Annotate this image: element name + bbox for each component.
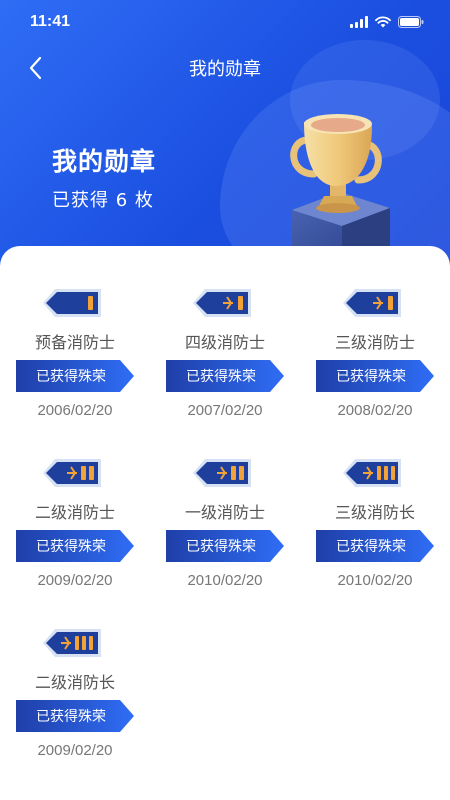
nav-bar: 我的勋章 [0, 48, 450, 88]
signal-icon [350, 16, 368, 28]
honor-label: 已获得殊荣 [186, 539, 256, 555]
medal-item[interactable]: 预备消防士 已获得殊荣 2006/02/20 [0, 286, 150, 419]
trophy-icon [290, 114, 390, 260]
medal-name: 二级消防士 [34, 503, 115, 522]
medal-item[interactable]: 二级消防士 已获得殊荣 2009/02/20 [0, 456, 150, 589]
medal-date: 2010/02/20 [187, 572, 263, 589]
honor-ribbon[interactable]: 已获得殊荣 [316, 530, 434, 562]
medal-item[interactable]: 三级消防长 已获得殊荣 2010/02/20 [300, 456, 450, 589]
medal-name: 二级消防长 [34, 673, 115, 692]
medal-name: 一级消防士 [184, 503, 265, 522]
honor-label: 已获得殊荣 [36, 709, 106, 725]
honor-ribbon[interactable]: 已获得殊荣 [16, 700, 134, 732]
medal-name: 预备消防士 [34, 333, 115, 352]
hero-title: 我的勋章 [52, 147, 157, 176]
rank-badge-icon [43, 289, 101, 317]
medal-date: 2009/02/20 [37, 572, 113, 589]
honor-ribbon[interactable]: 已获得殊荣 [316, 360, 434, 392]
rank-badge-icon [43, 629, 101, 657]
rank-badge-icon [43, 459, 101, 487]
medal-item[interactable]: 四级消防士 已获得殊荣 2007/02/20 [150, 286, 300, 419]
battery-icon [398, 16, 424, 28]
medal-item[interactable]: 三级消防士 已获得殊荣 2008/02/20 [300, 286, 450, 419]
medal-item[interactable]: 二级消防长 已获得殊荣 2009/02/20 [0, 626, 150, 759]
honor-label: 已获得殊荣 [336, 369, 406, 385]
status-bar: 11:41 [0, 0, 450, 44]
medal-date: 2009/02/20 [37, 742, 113, 759]
rank-badge-icon [343, 459, 401, 487]
honor-label: 已获得殊荣 [36, 539, 106, 555]
medal-date: 2010/02/20 [337, 572, 413, 589]
medal-grid: 预备消防士 已获得殊荣 2006/02/20 四级消防士 已获得殊荣 2007/… [0, 286, 450, 759]
honor-ribbon[interactable]: 已获得殊荣 [166, 530, 284, 562]
honor-ribbon[interactable]: 已获得殊荣 [16, 530, 134, 562]
medal-item[interactable]: 一级消防士 已获得殊荣 2010/02/20 [150, 456, 300, 589]
medal-date: 2006/02/20 [37, 402, 113, 419]
honor-label: 已获得殊荣 [186, 369, 256, 385]
chevron-left-icon [29, 56, 42, 80]
medal-name: 三级消防长 [334, 503, 415, 522]
medal-name: 三级消防士 [334, 333, 415, 352]
wifi-icon [375, 16, 391, 28]
rank-badge-icon [193, 459, 251, 487]
status-time: 11:41 [30, 13, 71, 30]
medal-count: 已获得 6 枚 [52, 190, 154, 211]
medal-date: 2008/02/20 [337, 402, 413, 419]
honor-label: 已获得殊荣 [336, 539, 406, 555]
rank-badge-icon [343, 289, 401, 317]
back-button[interactable] [22, 54, 50, 82]
rank-badge-icon [193, 289, 251, 317]
medals-card: 预备消防士 已获得殊荣 2006/02/20 四级消防士 已获得殊荣 2007/… [0, 246, 450, 800]
medal-date: 2007/02/20 [187, 402, 263, 419]
honor-ribbon[interactable]: 已获得殊荣 [16, 360, 134, 392]
honor-ribbon[interactable]: 已获得殊荣 [166, 360, 284, 392]
status-icons [350, 16, 424, 28]
page-title: 我的勋章 [189, 59, 261, 80]
medal-name: 四级消防士 [184, 333, 265, 352]
honor-label: 已获得殊荣 [36, 369, 106, 385]
